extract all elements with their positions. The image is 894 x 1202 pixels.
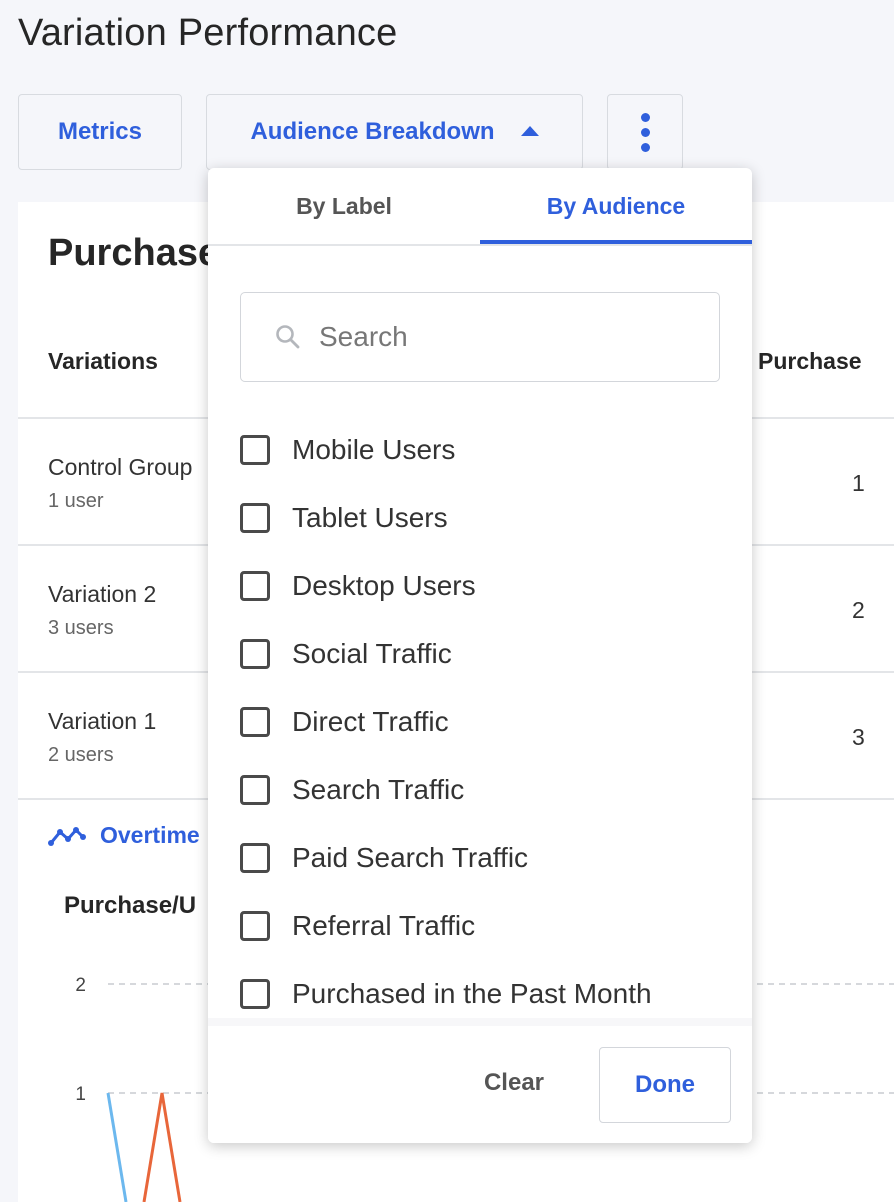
tab-by-audience[interactable]: By Audience — [480, 168, 752, 244]
more-vertical-icon — [640, 112, 650, 152]
metrics-button-label: Metrics — [57, 118, 143, 145]
option-label: Purchased in the Past Month — [292, 978, 652, 1009]
active-tab-indicator — [480, 240, 752, 244]
audience-option[interactable]: Mobile Users — [240, 430, 455, 470]
chart-y-tick-label: 1 — [75, 1084, 86, 1105]
option-label: Direct Traffic — [292, 706, 449, 737]
metrics-button[interactable]: Metrics — [18, 94, 182, 170]
audience-option[interactable]: Paid Search Traffic — [240, 838, 528, 878]
option-checkbox[interactable] — [240, 503, 270, 533]
chart-y-tick-label: 2 — [75, 975, 86, 996]
chart-title: Purchase/U — [64, 892, 197, 919]
option-label: Desktop Users — [292, 570, 476, 601]
column-header-purchase: Purchase — [758, 348, 862, 374]
search-icon — [276, 325, 300, 349]
option-checkbox[interactable] — [240, 911, 270, 941]
audience-option[interactable]: Search Traffic — [240, 770, 464, 810]
option-checkbox[interactable] — [240, 707, 270, 737]
variation-purchase-value: 2 — [852, 597, 865, 623]
page-title: Variation Performance — [18, 12, 398, 54]
caret-up-icon — [520, 126, 539, 136]
audience-option[interactable]: Direct Traffic — [240, 702, 449, 742]
audience-option[interactable]: Referral Traffic — [240, 906, 475, 946]
variation-name: Variation 2 — [48, 581, 157, 607]
variation-users: 1 user — [48, 490, 104, 512]
option-checkbox[interactable] — [240, 775, 270, 805]
variation-purchase-value: 3 — [852, 724, 865, 750]
option-checkbox[interactable] — [240, 639, 270, 669]
column-header-variations: Variations — [48, 348, 158, 374]
audience-dropdown: By Label By Audience Mobile Users Tablet… — [208, 168, 752, 1143]
variation-name: Variation 1 — [48, 708, 157, 734]
overtime-label: Overtime — [100, 822, 200, 848]
variation-users: 2 users — [48, 744, 114, 766]
dropdown-tabs: By Label By Audience — [208, 168, 752, 246]
chart-series-line — [106, 1092, 128, 1202]
option-checkbox[interactable] — [240, 435, 270, 465]
search-input[interactable] — [317, 320, 681, 354]
option-label: Referral Traffic — [292, 910, 476, 941]
audience-breakdown-label: Audience Breakdown — [250, 118, 495, 145]
audience-breakdown-button[interactable]: Audience Breakdown — [206, 94, 583, 170]
option-checkbox[interactable] — [240, 979, 270, 1009]
option-label: Paid Search Traffic — [292, 842, 529, 873]
chart-series-line — [142, 1092, 182, 1202]
card-title: Purchase — [48, 232, 220, 274]
option-label: Tablet Users — [292, 502, 448, 533]
audience-option[interactable]: Tablet Users — [240, 498, 448, 538]
variation-name: Control Group — [48, 454, 193, 480]
overtime-link[interactable]: Overtime — [48, 822, 200, 849]
audience-option[interactable]: Social Traffic — [240, 634, 452, 674]
option-label: Mobile Users — [292, 434, 456, 465]
search-field[interactable] — [240, 292, 720, 382]
audience-option[interactable]: Purchased in the Past Month — [240, 974, 652, 1014]
variation-purchase-value: 1 — [852, 470, 865, 496]
option-label: Social Traffic — [292, 638, 452, 669]
line-chart-icon — [48, 826, 86, 846]
tab-by-label[interactable]: By Label — [208, 168, 480, 244]
done-button[interactable]: Done — [599, 1047, 731, 1123]
clear-button[interactable]: Clear — [458, 1048, 570, 1118]
option-checkbox[interactable] — [240, 843, 270, 873]
option-checkbox[interactable] — [240, 571, 270, 601]
variation-users: 3 users — [48, 617, 114, 639]
audience-option[interactable]: Desktop Users — [240, 566, 476, 606]
more-options-button[interactable] — [607, 94, 683, 170]
option-label: Search Traffic — [292, 774, 465, 805]
